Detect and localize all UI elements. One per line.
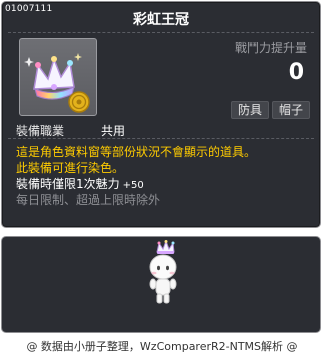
rainbow-crown-icon	[24, 53, 90, 113]
charm-bonus-text: 裝備時僅限1次魅力	[16, 177, 120, 191]
avatar-preview-panel	[1, 236, 321, 333]
category-tag-armor: 防具	[231, 101, 270, 119]
item-name: 彩虹王冠	[133, 12, 189, 28]
combat-power-boost-label: 戰鬥力提升量	[234, 41, 307, 55]
charm-bonus-value: +50	[122, 180, 144, 191]
description-line: 此裝備可進行染色。	[16, 161, 125, 175]
character-avatar-preview	[149, 240, 177, 304]
job-requirement-label: 裝備職業	[16, 124, 65, 138]
item-icon-frame	[19, 38, 97, 116]
job-requirement-value: 共用	[101, 124, 126, 138]
description-line: 這是角色資料窗等部份狀況不會顯示的道具。	[16, 145, 257, 159]
item-tooltip: 01007111 彩虹王冠 戰鬥力提升量 0 防具 帽子 裝備職業 共用 這是角…	[1, 1, 321, 228]
description-note: 每日限制、超過上限時除外	[16, 193, 161, 207]
divider	[8, 32, 314, 33]
category-tag-hat: 帽子	[272, 101, 311, 119]
charm-bonus-line: 裝備時僅限1次魅力 +50	[16, 175, 144, 192]
combat-power-boost-value: 0	[288, 60, 304, 85]
divider	[8, 138, 314, 139]
credit-footer: @ 数据由小册子整理，WzComparerR2-NTMS解析 @	[26, 340, 298, 353]
